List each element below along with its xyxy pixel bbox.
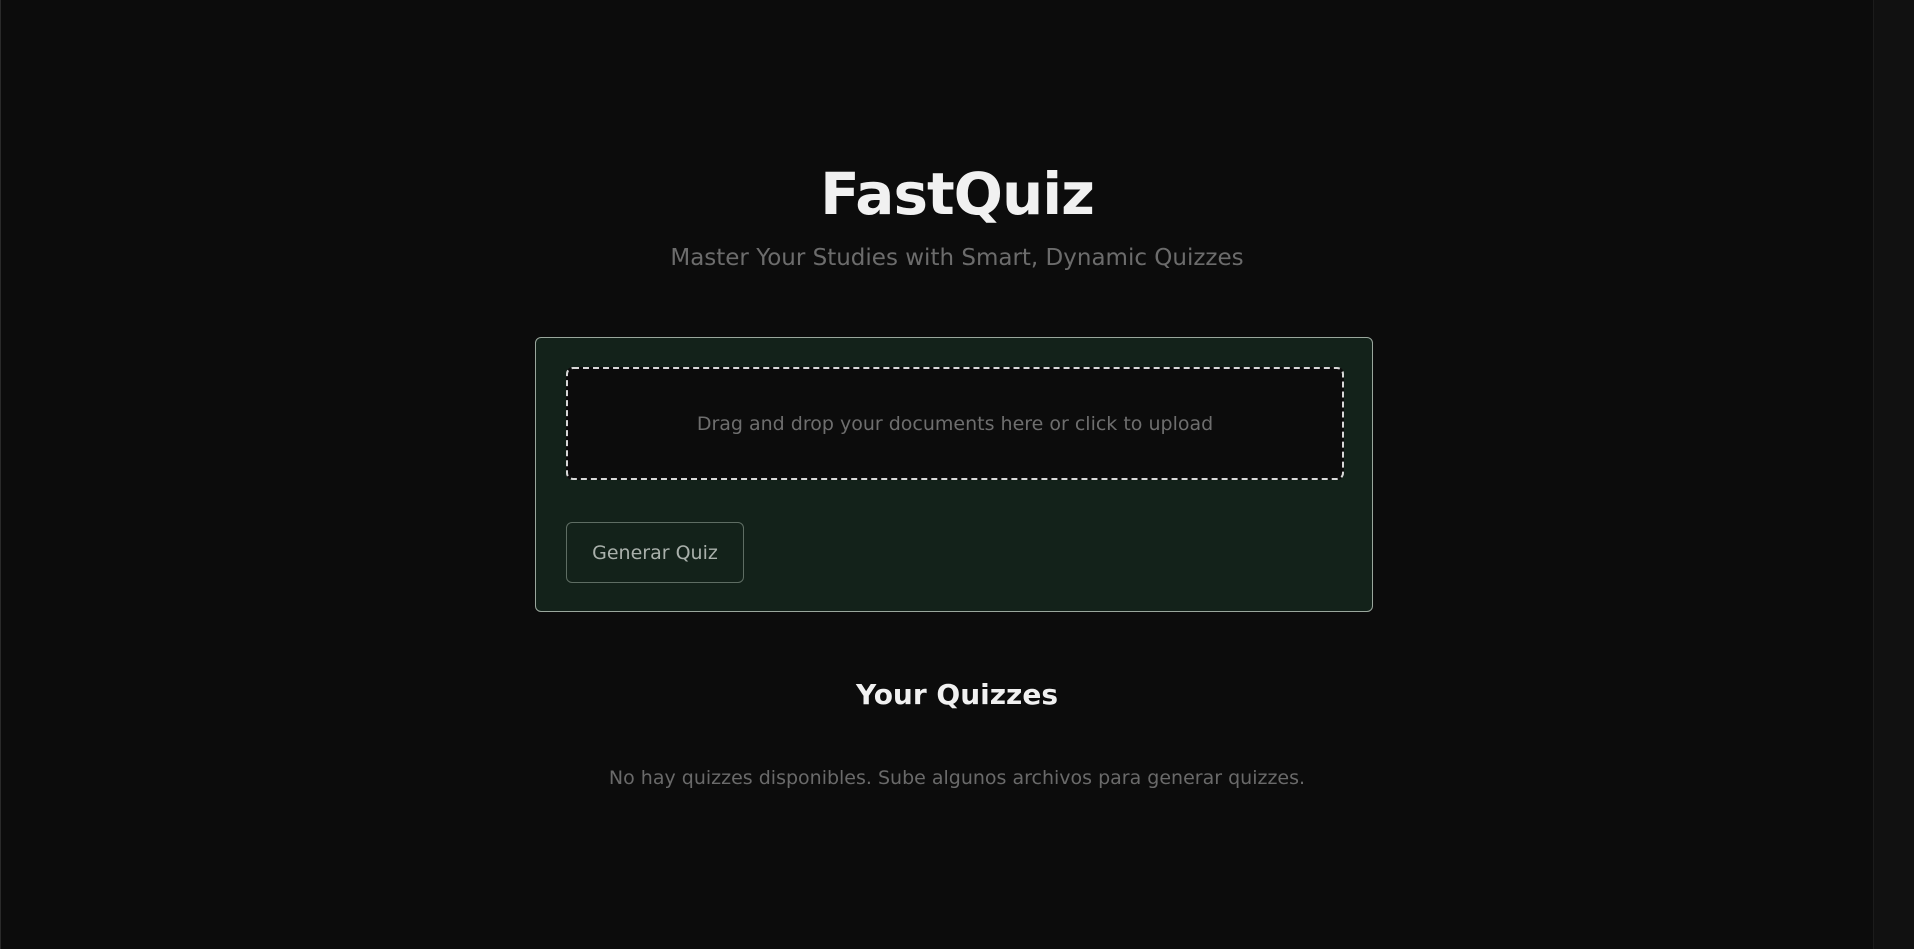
quizzes-section-title: Your Quizzes (855, 678, 1058, 711)
quizzes-empty-message: No hay quizzes disponibles. Sube algunos… (608, 767, 1306, 789)
dropzone-label: Drag and drop your documents here or cli… (696, 412, 1214, 435)
upload-card: Drag and drop your documents here or cli… (535, 337, 1373, 612)
scrollbar-track[interactable] (1873, 0, 1914, 949)
app-title: FastQuiz (820, 160, 1095, 228)
page: FastQuiz Master Your Studies with Smart,… (0, 0, 1914, 949)
window-edge-left (0, 0, 1, 949)
generate-quiz-button[interactable]: Generar Quiz (566, 522, 744, 583)
file-dropzone[interactable]: Drag and drop your documents here or cli… (566, 367, 1344, 480)
app-subtitle: Master Your Studies with Smart, Dynamic … (670, 245, 1244, 271)
